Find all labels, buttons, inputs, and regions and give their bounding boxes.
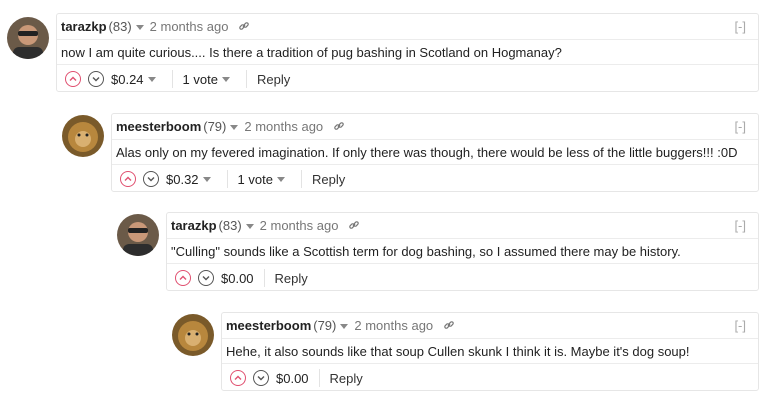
caret-down-icon[interactable] — [135, 25, 144, 31]
comment-body: Alas only on my fevered imagination. If … — [112, 140, 758, 165]
comment-text: now I am quite curious.... Is there a tr… — [61, 45, 562, 60]
reply-button[interactable]: Reply — [330, 371, 363, 386]
timestamp[interactable]: 2 months ago — [244, 119, 323, 134]
avatar[interactable] — [117, 214, 159, 256]
caret-down-icon[interactable] — [276, 176, 285, 182]
comment-card: meesterboom (79) 2 months ago [-] Hehe, it… — [221, 312, 759, 391]
caret-down-icon[interactable] — [147, 76, 156, 82]
payout-value[interactable]: $0.00 — [221, 271, 254, 286]
downvote-button[interactable] — [198, 270, 214, 286]
payout-value[interactable]: $0.00 — [276, 371, 309, 386]
avatar[interactable] — [7, 17, 49, 59]
reputation: (83) — [218, 218, 242, 233]
author-name[interactable]: meesterboom — [226, 318, 311, 333]
chevron-up-icon — [179, 275, 187, 280]
collapse-button[interactable]: [-] — [734, 318, 746, 333]
link-icon[interactable] — [238, 20, 250, 35]
caret-down-icon[interactable] — [221, 76, 230, 82]
downvote-button[interactable] — [143, 171, 159, 187]
chevron-up-icon — [69, 76, 77, 81]
reputation: (79) — [313, 318, 337, 333]
chevron-down-icon — [92, 77, 100, 82]
downvote-button[interactable] — [88, 71, 104, 87]
payout-value[interactable]: $0.24 — [111, 72, 144, 87]
comment-header: meesterboom (79) 2 months ago [-] — [222, 313, 758, 339]
comment-header: tarazkp (83) 2 months ago [-] — [167, 213, 758, 239]
link-icon[interactable] — [443, 319, 455, 334]
divider — [263, 269, 265, 287]
upvote-button[interactable] — [65, 71, 81, 87]
chevron-up-icon — [124, 176, 132, 181]
downvote-button[interactable] — [253, 370, 269, 386]
comment-body: now I am quite curious.... Is there a tr… — [57, 40, 758, 65]
author-name[interactable]: meesterboom — [116, 119, 201, 134]
upvote-button[interactable] — [230, 370, 246, 386]
timestamp[interactable]: 2 months ago — [150, 19, 229, 34]
chevron-down-icon — [202, 276, 210, 281]
comment-body: "Culling" sounds like a Scottish term fo… — [167, 239, 758, 264]
divider — [318, 369, 320, 387]
comment-text: "Culling" sounds like a Scottish term fo… — [171, 244, 681, 259]
reply-button[interactable]: Reply — [275, 271, 308, 286]
caret-down-icon[interactable] — [340, 324, 349, 330]
comment-card: tarazkp (83) 2 months ago [-] "Culling" so… — [166, 212, 759, 291]
upvote-button[interactable] — [175, 270, 191, 286]
chevron-up-icon — [234, 375, 242, 380]
reply-button[interactable]: Reply — [257, 72, 290, 87]
link-icon[interactable] — [333, 120, 345, 135]
comment-footer: $0.32 1 vote Reply — [112, 165, 758, 192]
avatar[interactable] — [172, 314, 214, 356]
caret-down-icon[interactable] — [202, 176, 211, 182]
comment-footer: $0.00 Reply — [222, 364, 758, 391]
comment-card: tarazkp (83) 2 months ago [-] now I am qui… — [56, 13, 759, 92]
collapse-button[interactable]: [-] — [734, 119, 746, 134]
upvote-button[interactable] — [120, 171, 136, 187]
comment-footer: $0.00 Reply — [167, 264, 758, 291]
reputation: (79) — [203, 119, 227, 134]
divider — [226, 170, 228, 188]
divider — [245, 70, 247, 88]
timestamp[interactable]: 2 months ago — [260, 218, 339, 233]
vote-count[interactable]: 1 vote — [238, 172, 273, 187]
chevron-down-icon — [147, 177, 155, 182]
collapse-button[interactable]: [-] — [734, 19, 746, 34]
collapse-button[interactable]: [-] — [734, 218, 746, 233]
link-icon[interactable] — [348, 219, 360, 234]
comment-header: tarazkp (83) 2 months ago [-] — [57, 14, 758, 40]
divider — [300, 170, 302, 188]
comment-text: Alas only on my fevered imagination. If … — [116, 145, 738, 160]
comment-card: meesterboom (79) 2 months ago [-] Alas onl… — [111, 113, 759, 192]
comment-header: meesterboom (79) 2 months ago [-] — [112, 114, 758, 140]
payout-value[interactable]: $0.32 — [166, 172, 199, 187]
avatar[interactable] — [62, 115, 104, 157]
caret-down-icon[interactable] — [245, 224, 254, 230]
reputation: (83) — [108, 19, 132, 34]
chevron-down-icon — [257, 376, 265, 381]
vote-count[interactable]: 1 vote — [183, 72, 218, 87]
author-name[interactable]: tarazkp — [61, 19, 107, 34]
comment-body: Hehe, it also sounds like that soup Cull… — [222, 339, 758, 364]
divider — [171, 70, 173, 88]
caret-down-icon[interactable] — [230, 125, 239, 131]
reply-button[interactable]: Reply — [312, 172, 345, 187]
author-name[interactable]: tarazkp — [171, 218, 217, 233]
timestamp[interactable]: 2 months ago — [354, 318, 433, 333]
comment-footer: $0.24 1 vote Reply — [57, 65, 758, 92]
comment-text: Hehe, it also sounds like that soup Cull… — [226, 344, 690, 359]
